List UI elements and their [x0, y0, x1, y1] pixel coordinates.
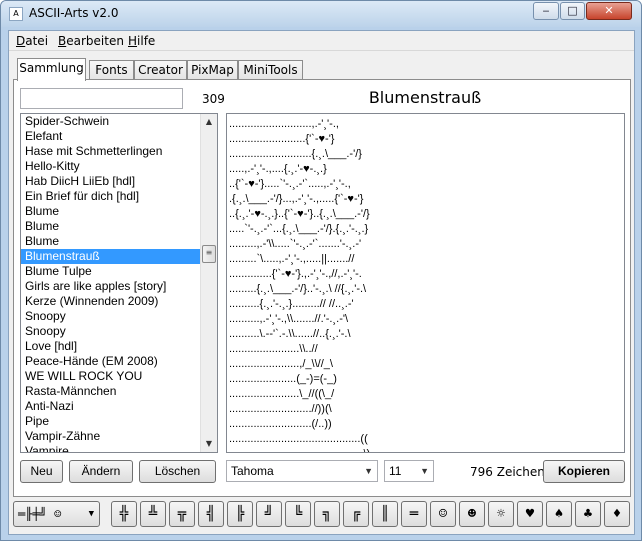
- list-item[interactable]: Snoopy: [21, 309, 217, 324]
- list-item[interactable]: Rasta-Männchen: [21, 384, 217, 399]
- list-item[interactable]: Kerze (Winnenden 2009): [21, 294, 217, 309]
- ascii-art-text: ...........................,.-'¸'-., ...…: [229, 118, 370, 452]
- glyph-button[interactable]: ♣: [575, 501, 601, 527]
- glyph-button[interactable]: ╦: [169, 501, 195, 527]
- list-item[interactable]: Spider-Schwein: [21, 114, 217, 129]
- list-item[interactable]: Elefant: [21, 129, 217, 144]
- search-input[interactable]: [20, 88, 183, 109]
- glyph-button[interactable]: ═: [401, 501, 427, 527]
- font-size-select[interactable]: 11 ▼: [384, 460, 434, 482]
- glyph-button[interactable]: ♠: [546, 501, 572, 527]
- glyph-button[interactable]: ║: [372, 501, 398, 527]
- glyph-button[interactable]: ╬: [111, 501, 137, 527]
- glyph-button[interactable]: ♥: [517, 501, 543, 527]
- sammlung-panel: 309 Blumenstrauß Spider-Schwein Elefant Ha…: [13, 79, 631, 497]
- list-item[interactable]: Vampir-Zähne: [21, 429, 217, 444]
- list-item[interactable]: Anti-Nazi: [21, 399, 217, 414]
- glyph-button[interactable]: ╩: [140, 501, 166, 527]
- list-item[interactable]: Vampire: [21, 444, 217, 452]
- close-button[interactable]: ✕: [586, 2, 632, 20]
- scroll-thumb[interactable]: ≡: [202, 245, 216, 263]
- glyph-button[interactable]: ╠: [227, 501, 253, 527]
- glyph-button[interactable]: ╔: [343, 501, 369, 527]
- app-icon: A: [9, 7, 23, 21]
- new-button[interactable]: Neu: [20, 460, 63, 483]
- glyph-button[interactable]: ╣: [198, 501, 224, 527]
- chevron-down-icon: ▼: [88, 509, 94, 519]
- app-window: A ASCII-Arts v2.0 ‒ □ ✕ Datei Bearbeiten…: [0, 0, 642, 541]
- glyph-button[interactable]: ☺: [430, 501, 456, 527]
- menu-datei[interactable]: Datei: [16, 34, 48, 48]
- glyph-button[interactable]: ♦: [604, 501, 630, 527]
- font-select-value: Tahoma: [231, 464, 274, 478]
- glyph-set-select[interactable]: ═╟╪╝ ☺ ▼: [13, 501, 100, 527]
- glyph-button[interactable]: ╗: [314, 501, 340, 527]
- list-item[interactable]: Hab DiicH LiiEb [hdl]: [21, 174, 217, 189]
- list-item[interactable]: Blume: [21, 234, 217, 249]
- glyph-set-value: ═╟╪╝ ☺: [18, 507, 62, 521]
- list-item[interactable]: Girls are like apples [story]: [21, 279, 217, 294]
- tab-fonts[interactable]: Fonts: [89, 60, 134, 80]
- list-item[interactable]: Blume: [21, 204, 217, 219]
- list-item[interactable]: Hase mit Schmetterlingen: [21, 144, 217, 159]
- list-item[interactable]: Peace-Hände (EM 2008): [21, 354, 217, 369]
- scroll-down-icon[interactable]: ▼: [201, 436, 217, 452]
- menu-bar: Datei Bearbeiten Hilfe: [9, 31, 634, 51]
- change-button[interactable]: Ändern: [69, 460, 133, 483]
- copy-button[interactable]: Kopieren: [543, 460, 625, 483]
- glyph-button[interactable]: ☼: [488, 501, 514, 527]
- chevron-down-icon: ▼: [420, 466, 429, 476]
- list-item[interactable]: Blume Tulpe: [21, 264, 217, 279]
- tab-sammlung[interactable]: Sammlung: [17, 58, 86, 81]
- list-item[interactable]: Blume: [21, 219, 217, 234]
- menu-bearbeiten[interactable]: Bearbeiten: [58, 34, 124, 48]
- list-scrollbar[interactable]: ▲ ≡ ▼: [200, 114, 217, 452]
- list-item[interactable]: Ein Brief für dich [hdl]: [21, 189, 217, 204]
- window-title: ASCII-Arts v2.0: [29, 6, 119, 20]
- glyph-button[interactable]: ╚: [285, 501, 311, 527]
- char-count: 796 Zeichen: [470, 465, 545, 479]
- maximize-button[interactable]: □: [560, 2, 585, 20]
- item-count: 309: [202, 92, 225, 106]
- menu-hilfe[interactable]: Hilfe: [128, 34, 155, 48]
- font-select[interactable]: Tahoma ▼: [226, 460, 378, 482]
- font-size-value: 11: [389, 464, 402, 478]
- glyph-button[interactable]: ☻: [459, 501, 485, 527]
- title-bar[interactable]: A ASCII-Arts v2.0 ‒ □ ✕: [1, 1, 641, 27]
- art-preview[interactable]: ...........................,.-'¸'-., ...…: [226, 113, 625, 453]
- tab-creator[interactable]: Creator: [134, 60, 187, 80]
- tab-minitools[interactable]: MiniTools: [238, 60, 303, 80]
- list-item[interactable]: Snoopy: [21, 324, 217, 339]
- glyph-button[interactable]: ╝: [256, 501, 282, 527]
- glyph-toolbar: ═╟╪╝ ☺ ▼ ╬ ╩ ╦ ╣ ╠ ╝ ╚ ╗ ╔ ║ ═ ☺ ☻ ☼ ♥ ♠ ♣ ♦: [9, 495, 634, 535]
- delete-button[interactable]: Löschen: [139, 460, 216, 483]
- art-list[interactable]: Spider-Schwein Elefant Hase mit Schmetterl…: [20, 113, 218, 453]
- tab-pixmap[interactable]: PixMap: [187, 60, 238, 80]
- art-title: Blumenstrauß: [368, 88, 482, 107]
- art-list-items: Spider-Schwein Elefant Hase mit Schmetterl…: [21, 114, 217, 452]
- list-item[interactable]: Hello-Kitty: [21, 159, 217, 174]
- list-item[interactable]: Love [hdl]: [21, 339, 217, 354]
- client-area: Datei Bearbeiten Hilfe Sammlung Fonts Cr…: [8, 30, 635, 535]
- list-item[interactable]: Blumenstrauß: [21, 249, 217, 264]
- list-item[interactable]: Pipe: [21, 414, 217, 429]
- chevron-down-icon: ▼: [364, 466, 373, 476]
- minimize-button[interactable]: ‒: [533, 2, 559, 20]
- scroll-up-icon[interactable]: ▲: [201, 114, 217, 130]
- list-item[interactable]: WE WILL ROCK YOU: [21, 369, 217, 384]
